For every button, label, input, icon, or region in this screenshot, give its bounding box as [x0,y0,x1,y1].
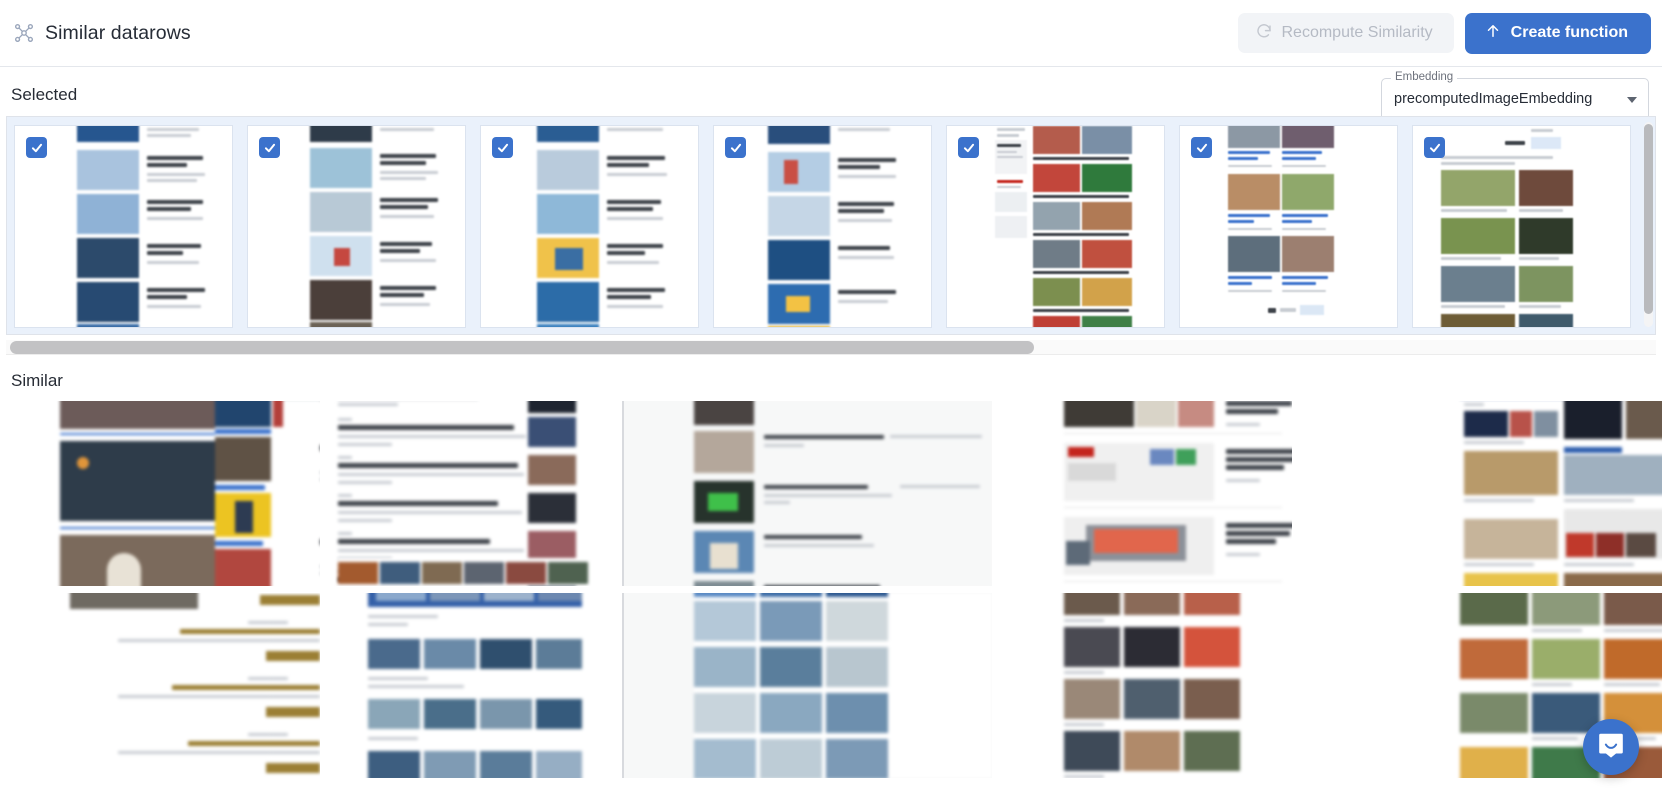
selected-card[interactable] [14,125,233,328]
card-checkbox[interactable] [26,137,47,158]
similar-item[interactable] [992,401,1292,586]
selected-card[interactable] [946,125,1165,328]
similar-item[interactable] [0,593,320,778]
recompute-similarity-button[interactable]: Recompute Similarity [1237,13,1454,53]
embedding-selected-value: precomputedImageEmbedding [1394,91,1593,107]
similar-grid [0,401,1662,797]
arrow-up-icon [1484,22,1502,45]
selected-cards-strip[interactable] [6,116,1656,335]
similar-item[interactable] [320,593,622,778]
intercom-chat-button[interactable] [1583,719,1639,775]
similar-item[interactable] [622,593,992,778]
selected-section: Selected Embedding precomputedImageEmbed… [0,67,1662,355]
horizontal-scrollbar-thumb[interactable] [10,341,1034,354]
card-thumbnail [1180,126,1397,327]
selected-card[interactable] [247,125,466,328]
page-title: Similar datarows [45,21,191,44]
vertical-scrollbar[interactable] [1644,122,1653,327]
card-thumbnail [947,126,1164,327]
card-thumbnail [15,126,232,327]
card-thumbnail [1413,126,1630,327]
similar-item[interactable] [992,593,1292,778]
card-thumbnail [481,126,698,327]
vertical-scrollbar-thumb[interactable] [1644,124,1653,314]
card-checkbox[interactable] [1191,137,1212,158]
similar-row [0,593,1662,778]
selected-card[interactable] [713,125,932,328]
card-checkbox[interactable] [492,137,513,158]
similar-item[interactable] [622,401,992,586]
card-checkbox[interactable] [958,137,979,158]
similar-row [0,401,1662,586]
similar-label: Similar [11,371,63,390]
create-function-button[interactable]: Create function [1464,12,1651,54]
embedding-legend: Embedding [1391,71,1458,84]
header-actions: Recompute Similarity Create function [1237,12,1651,54]
intercom-chat-icon [1596,730,1626,765]
graph-node-icon [13,22,35,44]
card-thumbnail [248,126,465,327]
similar-item[interactable] [0,401,320,586]
card-checkbox[interactable] [725,137,746,158]
page-header: Similar datarows Recompute Similarity Cr… [0,0,1662,67]
card-thumbnail [714,126,931,327]
card-checkbox[interactable] [259,137,280,158]
selected-card[interactable] [480,125,699,328]
similar-section: Similar [0,355,1662,797]
horizontal-scrollbar[interactable] [6,340,1656,355]
selected-card[interactable] [1412,125,1631,328]
similar-item[interactable] [1292,401,1662,586]
header-left: Similar datarows [13,22,191,45]
chevron-down-icon[interactable] [1627,97,1637,103]
similar-item[interactable] [320,401,622,586]
selected-card[interactable] [1179,125,1398,328]
card-checkbox[interactable] [1424,137,1445,158]
selected-cards-list [7,117,1655,334]
create-function-label: Create function [1510,24,1628,41]
recompute-similarity-label: Recompute Similarity [1281,24,1433,41]
refresh-icon [1255,22,1273,45]
